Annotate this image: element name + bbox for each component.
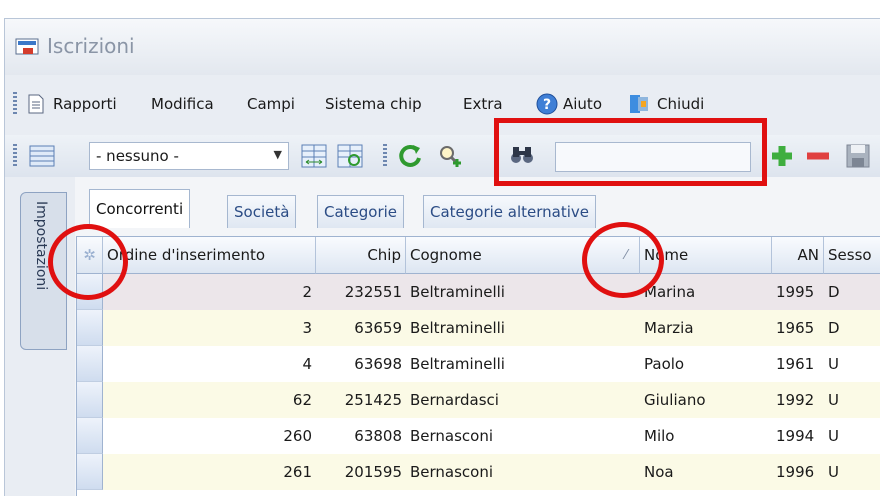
search-highlight-box — [494, 118, 767, 186]
table-row[interactable]: 2 232551 Beltraminelli Marina 1995 D — [77, 274, 880, 310]
cell-cognome: Bernasconi — [410, 427, 494, 445]
sort-highlight-circle — [582, 222, 664, 298]
menu-rapporti[interactable]: Rapporti — [53, 92, 117, 116]
grid-refresh-icon[interactable] — [335, 141, 365, 171]
cell-nome: Giuliano — [644, 391, 706, 409]
title-bar: Iscrizioni — [5, 19, 880, 75]
filter-value: - nessuno - — [96, 147, 179, 165]
close-door-icon[interactable] — [627, 92, 651, 116]
tab-concorrenti[interactable]: Concorrenti — [89, 189, 191, 228]
cell-an: 1965 — [776, 319, 815, 337]
cell-nome: Marina — [644, 283, 696, 301]
menu-sistema-chip[interactable]: Sistema chip — [325, 92, 422, 116]
table-row[interactable]: 3 63659 Beltraminelli Marzia 1965 D — [77, 310, 880, 346]
cell-an: 1996 — [776, 463, 815, 481]
document-icon[interactable] — [25, 93, 47, 115]
row-indicator[interactable] — [77, 454, 103, 490]
column-header-ordine[interactable]: Ordine d'inserimento — [103, 237, 316, 274]
column-header-sesso[interactable]: Sesso — [824, 237, 880, 274]
help-icon[interactable]: ? — [535, 92, 559, 116]
column-header-cognome-label: Cognome — [410, 246, 482, 264]
cell-an: 1995 — [776, 283, 815, 301]
table-row[interactable]: 4 63698 Beltraminelli Paolo 1961 U — [77, 346, 880, 382]
row-indicator-highlight-circle — [48, 224, 128, 300]
table-row[interactable]: 260 63808 Bernasconi Milo 1994 U — [77, 418, 880, 454]
cell-chip: 251425 — [344, 391, 402, 409]
tab-categorie-alternative[interactable]: Categorie alternative — [423, 195, 597, 228]
menu-modifica[interactable]: Modifica — [151, 92, 214, 116]
cell-ordine: 3 — [302, 319, 312, 337]
menubar-grip[interactable] — [13, 92, 17, 116]
filter-dropdown[interactable]: - nessuno - ▼ — [89, 142, 289, 170]
cell-sesso: U — [828, 463, 839, 481]
toolbar-grip-2[interactable] — [383, 144, 387, 168]
cell-cognome: Beltraminelli — [410, 355, 505, 373]
toolbar-grip[interactable] — [13, 144, 17, 168]
cell-sesso: U — [828, 427, 839, 445]
menu-extra[interactable]: Extra — [463, 92, 503, 116]
cell-an: 1961 — [776, 355, 815, 373]
cell-sesso: D — [828, 283, 840, 301]
cell-chip: 201595 — [344, 463, 402, 481]
row-indicator[interactable] — [77, 310, 103, 346]
refresh-icon[interactable] — [395, 141, 425, 171]
cell-nome: Milo — [644, 427, 675, 445]
remove-icon[interactable] — [803, 141, 833, 171]
cell-sesso: U — [828, 355, 839, 373]
cell-chip: 63659 — [354, 319, 402, 337]
row-indicator[interactable] — [77, 418, 103, 454]
cell-cognome: Bernasconi — [410, 463, 494, 481]
cell-sesso: D — [828, 319, 840, 337]
save-icon[interactable] — [843, 141, 873, 171]
app-icon — [15, 38, 39, 55]
cell-ordine: 260 — [283, 427, 312, 445]
window-title: Iscrizioni — [47, 34, 135, 58]
cell-ordine: 4 — [302, 355, 312, 373]
menu-bar: Rapporti Modifica Campi Sistema chip Ext… — [5, 87, 880, 121]
cell-chip: 63698 — [354, 355, 402, 373]
row-indicator[interactable] — [77, 346, 103, 382]
row-indicator[interactable] — [77, 382, 103, 418]
settings-side-tab-label: Impostazioni — [33, 201, 49, 291]
cell-nome: Paolo — [644, 355, 685, 373]
cell-an: 1994 — [776, 427, 815, 445]
cell-ordine: 261 — [283, 463, 312, 481]
cell-nome: Marzia — [644, 319, 694, 337]
cell-sesso: U — [828, 391, 839, 409]
tab-categorie[interactable]: Categorie — [317, 195, 405, 228]
cell-chip: 232551 — [344, 283, 402, 301]
menu-aiuto[interactable]: Aiuto — [563, 92, 602, 116]
add-icon[interactable] — [767, 141, 797, 171]
grid-layout-icon[interactable] — [27, 141, 57, 171]
cell-nome: Noa — [644, 463, 674, 481]
table-row[interactable]: 62 251425 Bernardasci Giuliano 1992 U — [77, 382, 880, 418]
cell-cognome: Beltraminelli — [410, 319, 505, 337]
tab-societa[interactable]: Società — [227, 195, 297, 228]
search-add-icon[interactable] — [435, 141, 465, 171]
table-row[interactable]: 261 201595 Bernasconi Noa 1996 U — [77, 454, 880, 490]
cell-ordine: 2 — [302, 283, 312, 301]
cell-an: 1992 — [776, 391, 815, 409]
cell-cognome: Bernardasci — [410, 391, 499, 409]
menu-campi[interactable]: Campi — [247, 92, 295, 116]
column-header-an[interactable]: AN — [772, 237, 824, 274]
chevron-down-icon: ▼ — [273, 148, 282, 161]
menu-chiudi[interactable]: Chiudi — [657, 92, 704, 116]
cell-chip: 63808 — [354, 427, 402, 445]
data-grid: ✲ Ordine d'inserimento Chip Cognome ⁄ No… — [76, 236, 880, 496]
column-header-chip[interactable]: Chip — [316, 237, 406, 274]
column-fit-icon[interactable] — [299, 141, 329, 171]
cell-ordine: 62 — [292, 391, 312, 409]
svg-text:?: ? — [543, 97, 551, 113]
